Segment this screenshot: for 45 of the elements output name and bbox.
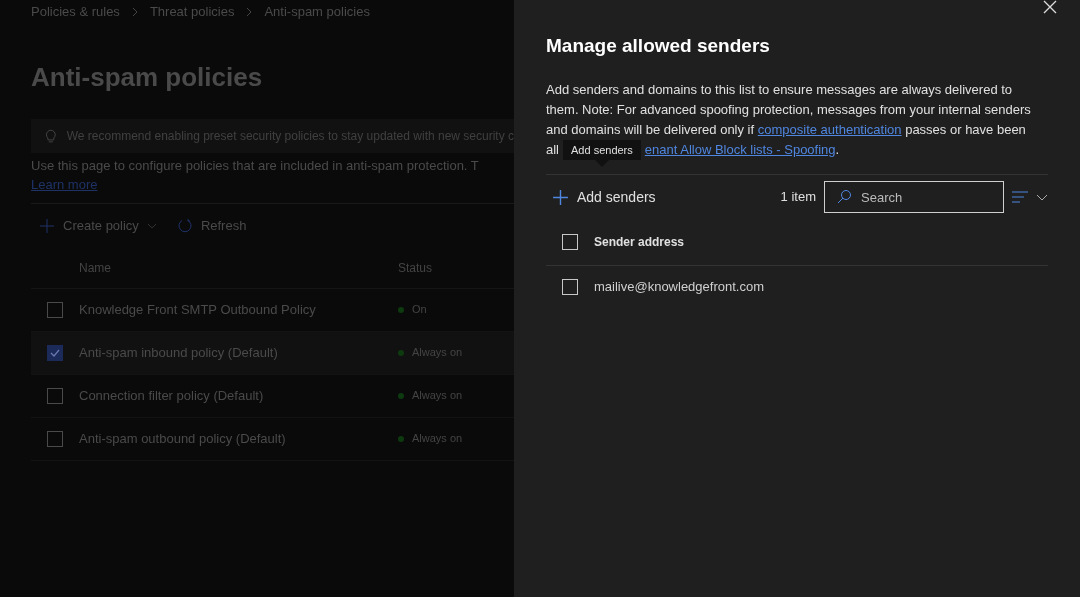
close-icon[interactable] <box>1043 0 1057 14</box>
table-cell-text: mailive@knowledgefront.com <box>594 277 764 296</box>
plus-icon <box>39 218 55 234</box>
list-icon <box>1012 191 1028 203</box>
view-options-button[interactable] <box>1012 191 1048 203</box>
sender-row[interactable]: mailive@knowledgefront.com <box>546 265 1048 308</box>
breadcrumb-link[interactable]: Policies & rules <box>31 2 120 22</box>
chevron-down-icon <box>1036 193 1048 201</box>
create-policy-button[interactable]: Create policy <box>39 216 157 236</box>
table-row[interactable]: Knowledge Front SMTP Outbound Policy On <box>31 288 514 332</box>
breadcrumb-link[interactable]: Anti-spam policies <box>264 2 370 22</box>
intro-text: Use this page to configure policies that are included in anti-spam protection. T <box>31 156 480 175</box>
table-cell-text: Anti-spam outbound policy (Default) <box>79 429 287 448</box>
checkbox[interactable] <box>47 387 63 404</box>
chevron-right-icon <box>131 6 138 17</box>
column-header[interactable]: Name <box>31 259 398 277</box>
breadcrumb-link[interactable]: Threat policies <box>149 2 235 22</box>
period-text: . <box>835 140 840 159</box>
lightbulb-icon <box>43 127 59 144</box>
column-header[interactable]: Sender address <box>594 233 685 251</box>
table-cell-text: On <box>412 302 427 318</box>
page-title: Anti-spam policies <box>31 60 264 94</box>
column-header[interactable]: Status <box>398 259 433 277</box>
table-cell-text: Connection filter policy (Default) <box>79 386 265 405</box>
checkbox[interactable] <box>47 430 63 447</box>
checkbox[interactable] <box>47 344 63 361</box>
refresh-button[interactable]: Refresh <box>176 216 247 236</box>
checkbox[interactable] <box>47 301 63 318</box>
item-count: 1 item <box>780 188 816 207</box>
chevron-right-icon <box>246 6 253 17</box>
description-text: all <box>546 140 559 159</box>
table-cell-text: Anti-spam inbound policy (Default) <box>79 343 279 362</box>
search-icon <box>836 189 852 205</box>
tenant-allow-block-link[interactable]: enant Allow Block lists - Spoofing <box>644 139 836 160</box>
learn-more-link[interactable]: Learn more <box>31 175 98 195</box>
table-cell-text: Knowledge Front SMTP Outbound Policy <box>79 300 317 319</box>
tooltip: Add senders <box>563 139 641 167</box>
search-field[interactable]: Search <box>824 181 1004 213</box>
chevron-down-icon <box>146 223 157 229</box>
panel-title: Manage allowed senders <box>546 34 771 58</box>
add-senders-button[interactable]: Add senders <box>546 186 656 208</box>
refresh-icon <box>176 218 193 234</box>
composite-authentication-link[interactable]: composite authentication <box>757 121 902 137</box>
plus-icon <box>552 188 569 206</box>
checkmark-icon <box>50 347 60 358</box>
